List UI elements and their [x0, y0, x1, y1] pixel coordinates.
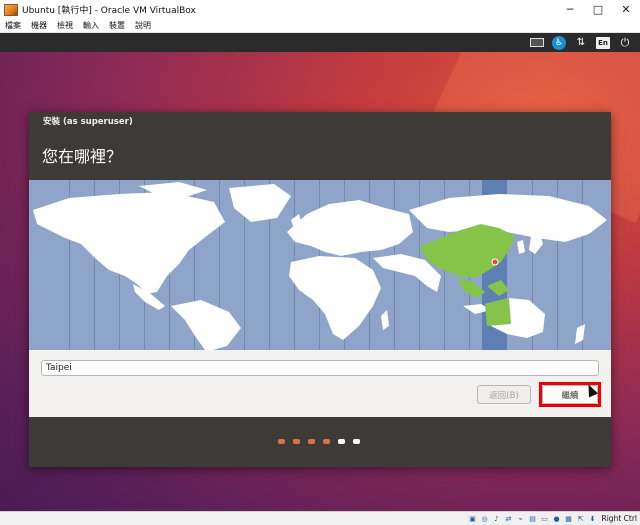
greenland-landmass — [229, 184, 291, 222]
guest-top-panel: ♿ ⇅ En ⏻ — [0, 33, 640, 52]
window-titlebar: Ubuntu [執行中] - Oracle VM VirtualBox ─ □ … — [0, 0, 640, 19]
step-progress-dots — [278, 439, 368, 444]
page-heading: 您在哪裡？ — [42, 147, 123, 166]
menu-devices[interactable]: 裝置 — [109, 20, 125, 31]
network-icon[interactable]: ⇄ — [504, 514, 514, 524]
dialog-footer — [29, 417, 611, 467]
dialog-titlebar: 安裝 (as superuser) — [29, 112, 611, 130]
window-title: Ubuntu [執行中] - Oracle VM VirtualBox — [22, 6, 196, 16]
host-key-label: Right Ctrl — [601, 514, 637, 523]
dialog-title: 安裝 (as superuser) — [43, 117, 133, 127]
keyboard-icon[interactable] — [530, 36, 544, 50]
host-key-arrow-icon: ⬇ — [589, 514, 596, 523]
window-controls: ─ □ ✕ — [556, 0, 640, 19]
power-icon[interactable]: ⏻ — [618, 36, 632, 50]
taipei-location-pin — [491, 258, 499, 266]
display-icon[interactable]: ▭ — [540, 514, 550, 524]
optical-drive-icon[interactable]: ◎ — [480, 514, 490, 524]
progress-dot — [353, 439, 360, 444]
page-header: 您在哪裡？ — [29, 130, 611, 180]
minimize-button[interactable]: ─ — [556, 0, 584, 19]
menu-input[interactable]: 輸入 — [83, 20, 99, 31]
vbox-statusbar: ▣ ◎ ♪ ⇄ ⌁ ▤ ▭ ● ▦ ⇱ ⬇ Right Ctrl — [0, 511, 640, 525]
north-america-landmass — [33, 192, 225, 294]
progress-dot — [278, 439, 285, 444]
recording-icon[interactable]: ● — [552, 514, 562, 524]
language-badge[interactable]: En — [596, 36, 610, 50]
mouse-integration-icon[interactable]: ⇱ — [576, 514, 586, 524]
back-button[interactable]: 返回(B) — [477, 385, 531, 404]
maximize-button[interactable]: □ — [584, 0, 612, 19]
shared-folder-icon[interactable]: ▤ — [528, 514, 538, 524]
location-input[interactable] — [41, 360, 599, 376]
europe-landmass — [287, 200, 413, 256]
world-map-svg — [33, 182, 607, 350]
usb-icon[interactable]: ⌁ — [516, 514, 526, 524]
south-america-landmass — [171, 300, 241, 350]
menubar: 檔案 機器 檢視 輸入 裝置 說明 — [0, 19, 640, 33]
southeast-asia-landmass — [457, 278, 485, 298]
timezone-map[interactable] — [29, 180, 611, 350]
cpu-icon[interactable]: ▦ — [564, 514, 574, 524]
hard-disk-icon[interactable]: ▣ — [468, 514, 478, 524]
africa-landmass — [289, 256, 381, 340]
guest-desktop: 安裝 (as superuser) 您在哪裡？ Taipei 返回(B) 繼續 — [0, 52, 640, 511]
progress-dot — [323, 439, 330, 444]
menu-machine[interactable]: 機器 — [31, 20, 47, 31]
audio-icon[interactable]: ♪ — [492, 514, 502, 524]
accessibility-icon[interactable]: ♿ — [552, 35, 566, 50]
progress-dot — [308, 439, 315, 444]
close-button[interactable]: ✕ — [612, 0, 640, 19]
network-arrows-icon[interactable]: ⇅ — [574, 36, 588, 50]
location-form: 返回(B) 繼續 — [29, 350, 611, 417]
progress-dot — [338, 439, 345, 444]
menu-view[interactable]: 檢視 — [57, 20, 73, 31]
menu-help[interactable]: 說明 — [135, 20, 151, 31]
installer-dialog: 安裝 (as superuser) 您在哪裡？ Taipei 返回(B) 繼續 — [29, 112, 611, 467]
progress-dot — [293, 439, 300, 444]
virtualbox-app-icon — [4, 3, 18, 16]
menu-file[interactable]: 檔案 — [5, 20, 21, 31]
